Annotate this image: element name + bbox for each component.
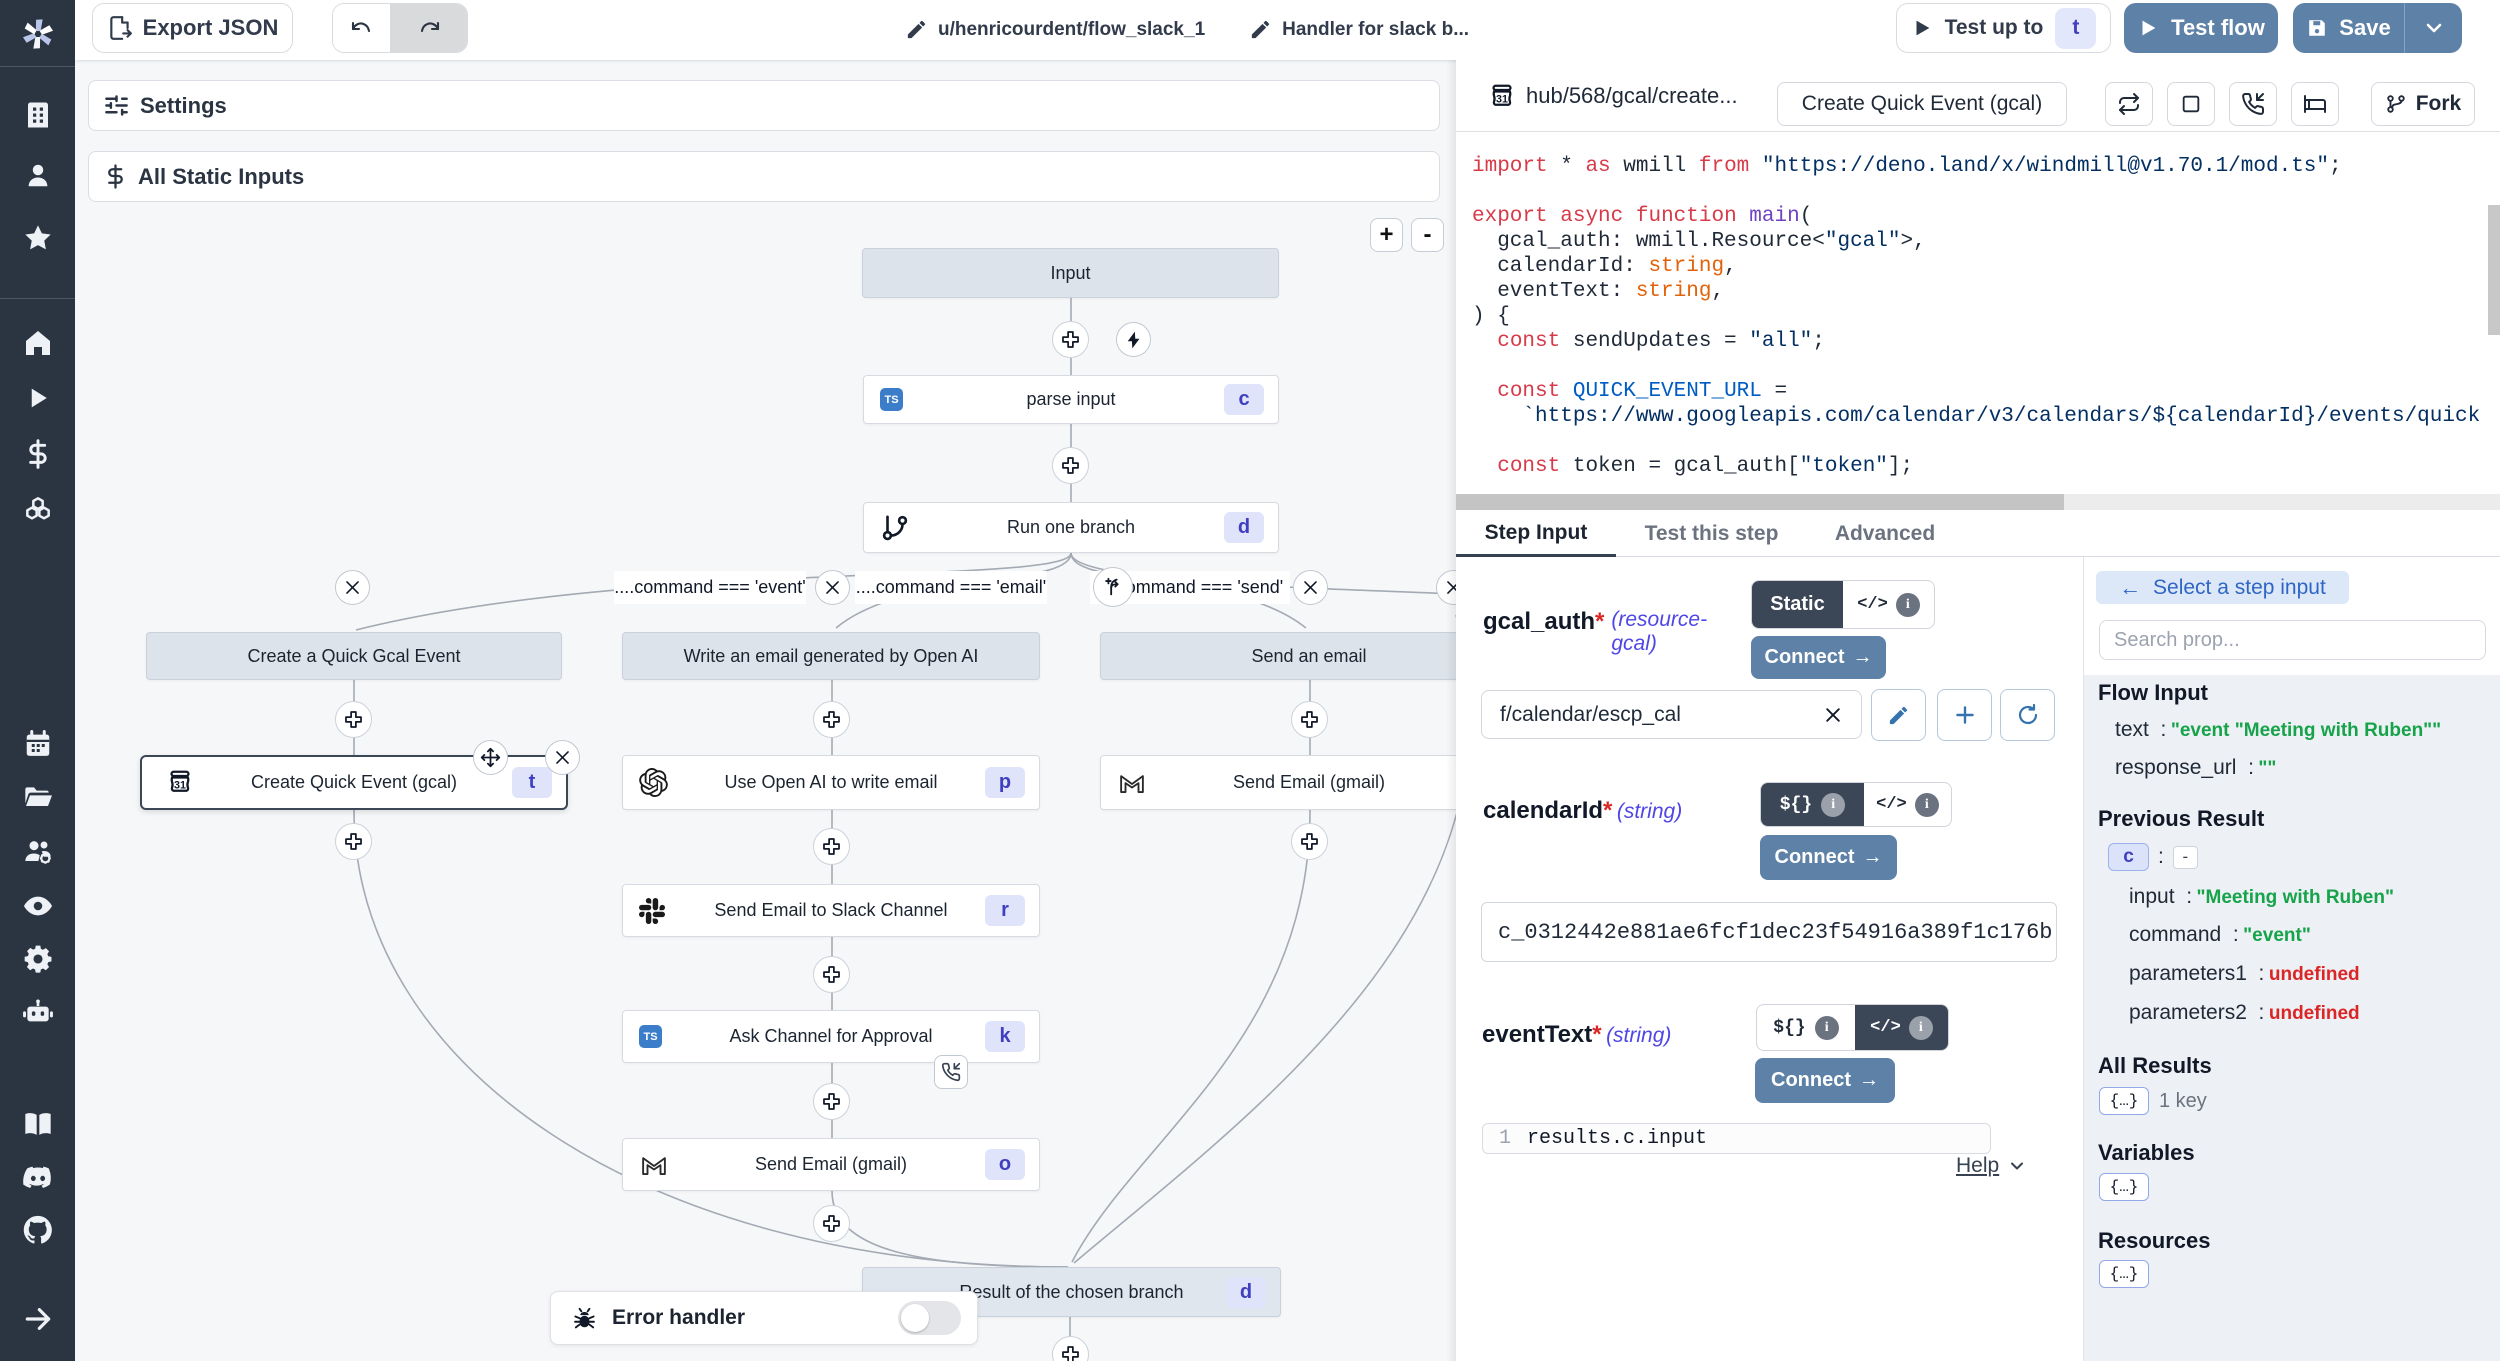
svg-text:31: 31 [1496,93,1508,105]
